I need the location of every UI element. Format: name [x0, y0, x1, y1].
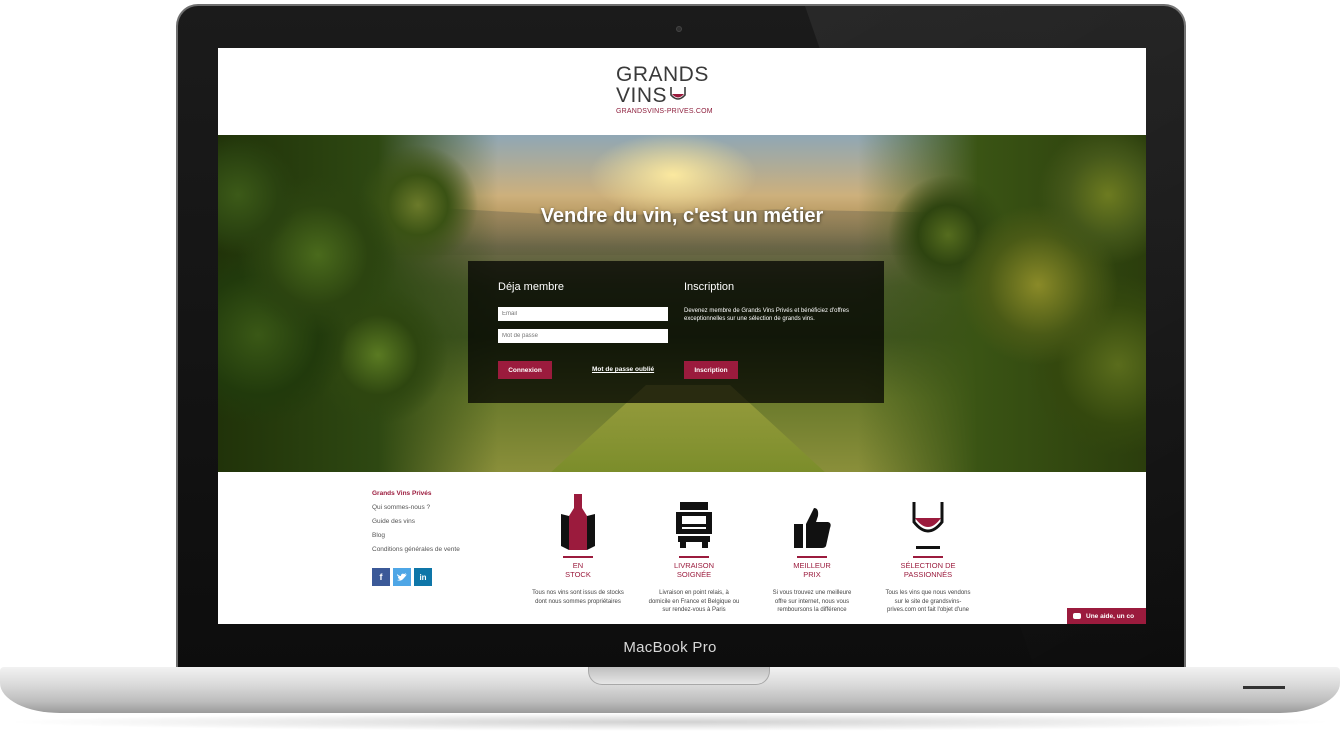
password-field[interactable] [498, 329, 668, 343]
laptop-screen: GRANDS VINS GRANDSVINS-PRIVES.COM Vendre… [218, 48, 1146, 624]
vine-row-left [218, 135, 498, 472]
email-field[interactable] [498, 307, 668, 321]
vine-row-right [858, 135, 1146, 472]
logo-url: GRANDSVINS-PRIVES.COM [616, 108, 713, 115]
footer-link-cgv[interactable]: Conditions générales de vente [372, 546, 460, 553]
logo-line-2: VINS [616, 85, 748, 106]
hero-title: Vendre du vin, c'est un métier [540, 205, 824, 227]
thumbs-up-icon [794, 508, 831, 548]
feature-description: Tous nos vins sont issus de stocks dont … [532, 590, 624, 605]
site-logo[interactable]: GRANDS VINS GRANDSVINS-PRIVES.COM [616, 64, 748, 115]
feature-description: Livraison en point relais, à domicile en… [648, 590, 740, 613]
camera-icon [676, 26, 682, 32]
feature-title: EN STOCK [565, 561, 591, 579]
signup-button[interactable]: Inscription [684, 361, 738, 379]
chat-icon [1073, 613, 1081, 619]
device-label: MacBook Pro [623, 639, 717, 656]
site-header: GRANDS VINS GRANDSVINS-PRIVES.COM [218, 48, 1146, 135]
footer-link-blog[interactable]: Blog [372, 532, 460, 539]
footer-link-about[interactable]: Qui sommes-nous ? [372, 504, 460, 511]
footer-links: Grands Vins Privés Qui sommes-nous ? Gui… [372, 490, 460, 560]
wine-glass-icon [670, 87, 686, 100]
login-button[interactable]: Connexion [498, 361, 552, 379]
feature-description: Si vous trouvez une meilleure offre sur … [772, 590, 852, 613]
hero-banner: Vendre du vin, c'est un métier Déja memb… [218, 135, 1146, 472]
footer-link-guide[interactable]: Guide des vins [372, 518, 460, 525]
wine-glass-icon [912, 502, 944, 549]
feature-title: MEILLEUR PRIX [793, 561, 831, 579]
feature-description: Tous les vins que nous vendons sur le si… [885, 590, 971, 613]
chat-label: Une aide, un co [1086, 612, 1135, 620]
truck-icon [676, 502, 712, 548]
login-heading: Déja membre [498, 281, 565, 293]
signup-heading: Inscription [684, 281, 735, 293]
signup-description: Devenez membre de Grands Vins Privés et … [684, 308, 850, 322]
wine-bottle-icon [561, 494, 595, 550]
laptop-shadow [0, 713, 1340, 731]
auth-panel: Déja membre Connexion Mot de passe oubli… [468, 261, 884, 403]
feature-title: LIVRAISON SOIGNÉE [673, 561, 714, 579]
chat-button[interactable]: Une aide, un co [1067, 608, 1146, 624]
facebook-icon[interactable]: f [372, 568, 390, 586]
logo-line-1: GRANDS [616, 63, 709, 86]
laptop-notch [588, 667, 770, 685]
linkedin-icon[interactable]: in [414, 568, 432, 586]
feature-delivery: LIVRAISON SOIGNÉE Livraison en point rela… [648, 492, 740, 615]
forgot-password-link[interactable]: Mot de passe oublié [592, 366, 654, 373]
feature-in-stock: EN STOCK Tous nos vins sont issus de stoc… [532, 492, 624, 606]
feature-best-price: MEILLEUR PRIX Si vous trouvez une meilleu… [766, 492, 858, 615]
feature-title: SÉLECTION DE PASSIONNÉS [900, 561, 956, 579]
laptop-base-detail [1243, 686, 1285, 689]
social-links: f in [372, 568, 432, 586]
footer-link-grands-vins-prives[interactable]: Grands Vins Privés [372, 490, 460, 497]
twitter-icon[interactable] [393, 568, 411, 586]
feature-selection: SÉLECTION DE PASSIONNÉS Tous les vins que… [882, 492, 974, 615]
features-section: Grands Vins Privés Qui sommes-nous ? Gui… [218, 472, 1146, 624]
logo-line-2-text: VINS [616, 84, 668, 107]
